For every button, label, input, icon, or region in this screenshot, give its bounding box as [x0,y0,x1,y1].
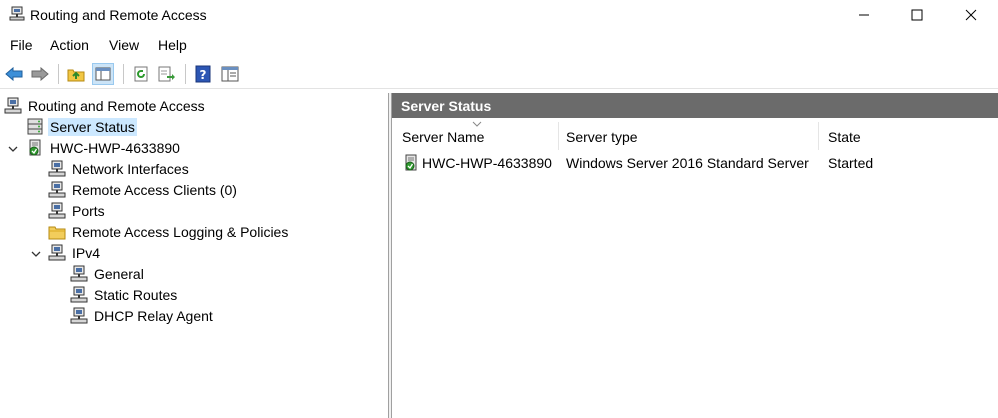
menu-help[interactable]: Help [158,37,187,53]
tree-item-ports[interactable]: Ports [48,200,107,221]
tree-label-dhcp-relay-agent: DHCP Relay Agent [94,307,213,324]
network-icon [48,202,66,218]
folder-icon [48,226,66,239]
cell-server-type: Windows Server 2016 Standard Server [566,155,809,171]
help-icon: ? [195,65,211,83]
column-header-state[interactable]: State [818,120,998,150]
tree-label-server-status: Server Status [48,117,137,136]
refresh-button[interactable] [130,63,152,85]
tree-item-ipv4[interactable]: IPv4 [48,242,102,263]
network-icon [70,265,88,281]
tree-item-server-status[interactable]: Server Status [26,116,137,137]
chevron-down-icon[interactable] [30,248,42,260]
server-icon [29,139,41,155]
cell-state: Started [828,155,874,171]
menu-file[interactable]: File [10,37,33,53]
details-header: Server Status [392,93,998,118]
forward-button[interactable] [29,63,51,85]
tree-item-root[interactable]: Routing and Remote Access [4,95,207,116]
tree-label-ipv4: IPv4 [72,244,101,261]
tree-item-remote-access-clients[interactable]: Remote Access Clients (0) [48,179,239,200]
show-hide-console-tree-button[interactable] [92,63,114,85]
back-button[interactable] [3,63,25,85]
menu-bar: File Action View Help [0,33,998,55]
toolbar-separator [58,64,59,84]
refresh-icon [134,66,148,82]
tree-item-logging-policies[interactable]: Remote Access Logging & Policies [48,221,290,242]
toolbar-separator [185,64,186,84]
svg-text:?: ? [200,68,207,82]
tree-item-general[interactable]: General [70,263,146,284]
console-tree: Routing and Remote Access Server Status … [0,93,388,418]
properties-button[interactable] [219,63,241,85]
export-list-button[interactable] [156,63,178,85]
column-header-server-name[interactable]: Server Name [392,120,558,150]
tree-item-server[interactable]: HWC-HWP-4633890 [26,137,182,158]
tree-label-root: Routing and Remote Access [28,97,205,114]
close-icon [965,9,977,21]
tree-item-network-interfaces[interactable]: Network Interfaces [48,158,191,179]
tree-label-static-routes: Static Routes [94,286,178,303]
tree-label-ports: Ports [72,202,105,219]
close-button[interactable] [945,0,997,30]
toolbar: ? [0,59,998,89]
network-icon [70,307,88,323]
maximize-button[interactable] [891,0,943,30]
network-icon [48,181,66,197]
maximize-icon [911,9,923,21]
title-bar: Routing and Remote Access [0,0,998,30]
properties-icon [221,66,239,82]
network-icon [70,286,88,302]
show-hide-tree-icon [95,67,111,81]
menu-view[interactable]: View [109,37,139,53]
tree-item-static-routes[interactable]: Static Routes [70,284,179,305]
details-pane: Server Status Server Name Server type St… [392,93,998,418]
back-icon [5,67,23,81]
minimize-button[interactable] [838,0,890,30]
column-header-server-type[interactable]: Server type [556,120,818,150]
menu-action[interactable]: Action [50,37,89,53]
tree-label-network-interfaces: Network Interfaces [72,160,189,177]
network-icon [48,160,66,176]
tree-item-dhcp-relay-agent[interactable]: DHCP Relay Agent [70,305,215,326]
window-title: Routing and Remote Access [30,7,207,23]
server-status-icon [27,118,43,134]
export-list-icon [158,66,175,82]
tree-label-logging-policies: Remote Access Logging & Policies [72,223,289,240]
tree-label-remote-access-clients: Remote Access Clients (0) [72,181,237,198]
network-icon [48,244,66,260]
server-icon [405,154,417,171]
tree-label-general: General [94,265,144,282]
cell-server-name: HWC-HWP-4633890 [422,155,552,171]
routing-root-icon [4,97,22,113]
routing-app-icon [9,6,25,21]
tree-label-server: HWC-HWP-4633890 [50,139,180,156]
table-row[interactable]: HWC-HWP-4633890 [402,153,552,173]
up-folder-icon [67,69,85,82]
chevron-down-icon[interactable] [7,143,19,155]
forward-icon [31,67,49,81]
minimize-icon [859,14,869,16]
help-button[interactable]: ? [192,63,214,85]
toolbar-separator [123,64,124,84]
up-one-level-button[interactable] [65,63,87,85]
